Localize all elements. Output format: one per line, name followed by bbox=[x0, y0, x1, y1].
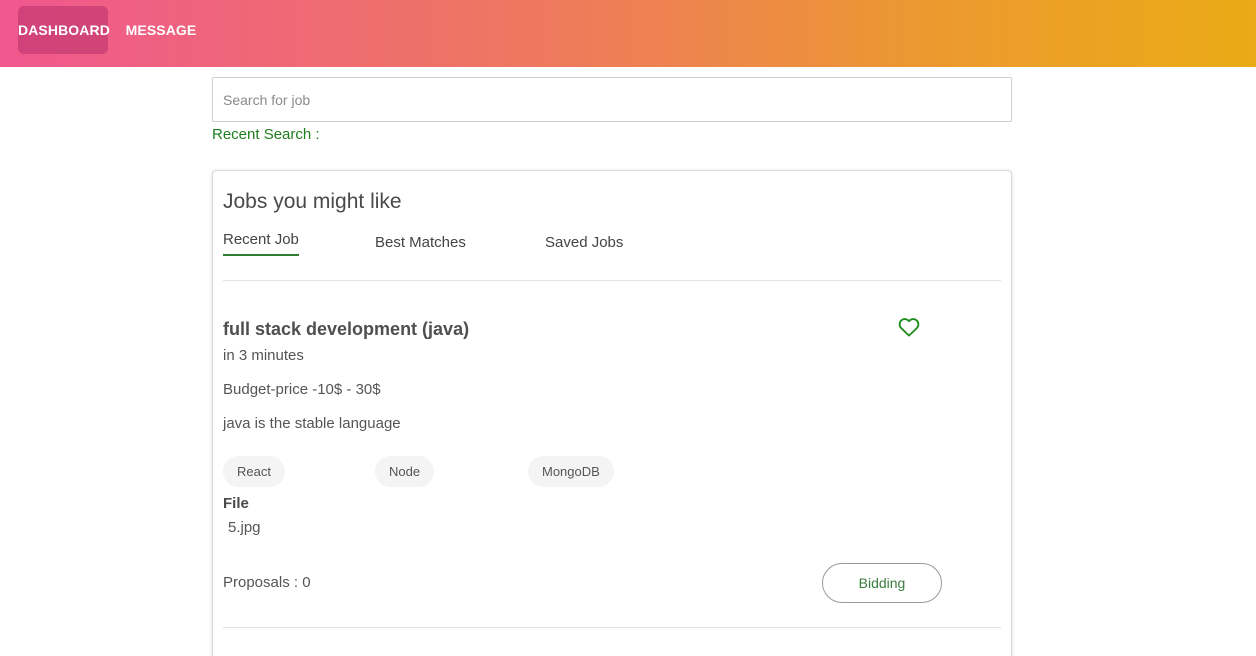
job-description: java is the stable language bbox=[223, 415, 401, 432]
job-budget: Budget-price -10$ - 30$ bbox=[223, 381, 381, 398]
nav-message-button[interactable]: MESSAGE bbox=[124, 6, 198, 54]
job-posted-time: in 3 minutes bbox=[223, 347, 304, 364]
nav-dashboard-button[interactable]: DASHBOARD bbox=[18, 6, 110, 54]
file-link[interactable]: 5.jpg bbox=[228, 519, 261, 536]
recent-search-label: Recent Search : bbox=[212, 126, 320, 143]
top-navigation-bar: DASHBOARD MESSAGE bbox=[0, 0, 1256, 67]
heart-icon[interactable] bbox=[898, 317, 920, 337]
skill-chip: React bbox=[223, 456, 285, 487]
bidding-button[interactable]: Bidding bbox=[822, 563, 942, 603]
tabs-divider bbox=[223, 280, 1001, 281]
skill-chip: Node bbox=[375, 456, 435, 487]
skill-chip: MongoDB bbox=[528, 456, 614, 487]
job-divider bbox=[223, 627, 1001, 628]
tab-saved-jobs[interactable]: Saved Jobs bbox=[545, 234, 623, 251]
jobs-card: Jobs you might like Recent Job Best Matc… bbox=[212, 170, 1012, 656]
job-title[interactable]: full stack development (java) bbox=[223, 319, 469, 340]
tab-recent-job[interactable]: Recent Job bbox=[223, 231, 299, 256]
job-search-input[interactable] bbox=[212, 77, 1012, 122]
proposals-count: Proposals : 0 bbox=[223, 574, 311, 591]
file-label: File bbox=[223, 495, 249, 512]
tab-best-matches[interactable]: Best Matches bbox=[375, 234, 466, 251]
jobs-card-title: Jobs you might like bbox=[223, 190, 402, 213]
